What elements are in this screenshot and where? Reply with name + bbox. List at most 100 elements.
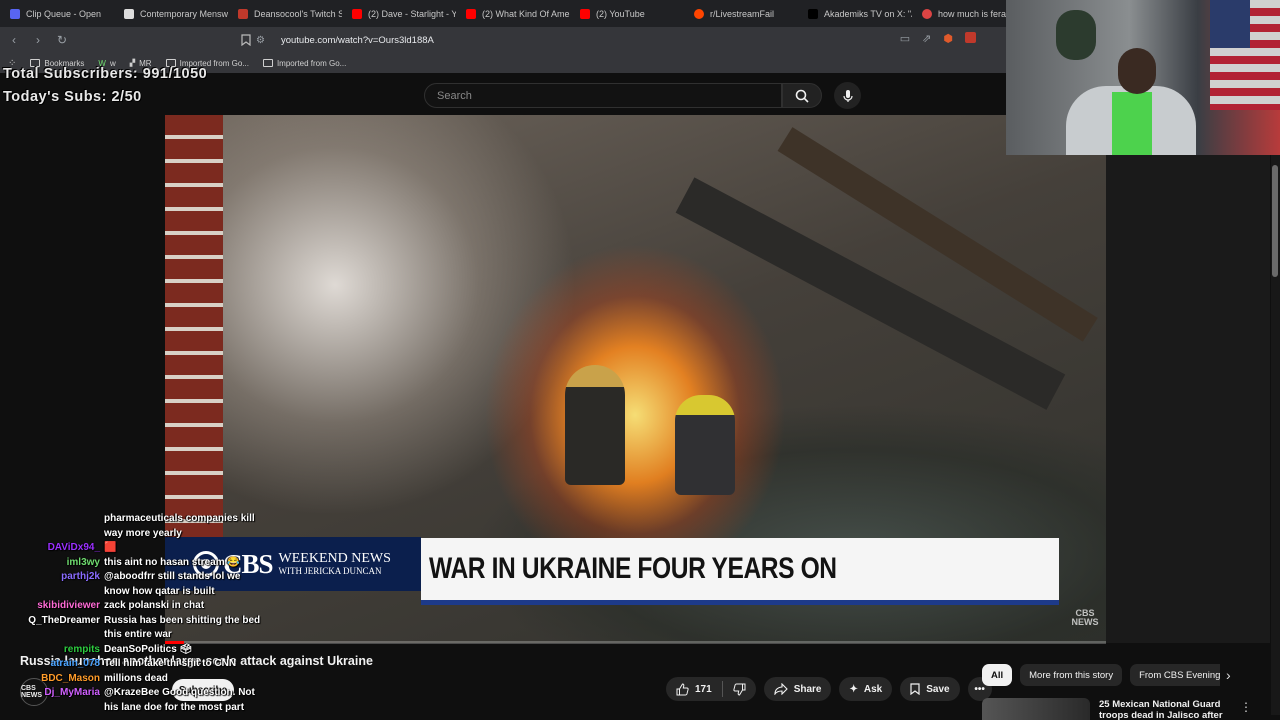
firefighter-figure bbox=[565, 365, 625, 485]
browser-tab[interactable]: r/LivestreamFail bbox=[684, 0, 798, 27]
chat-text: zack polanski in chat bbox=[104, 600, 205, 611]
screen: Clip Queue - Open Contemporary Mensw Deans… bbox=[0, 0, 1280, 720]
browser-tab[interactable]: Akademiks TV on X: "A bbox=[798, 0, 912, 27]
tab-favicon-icon bbox=[466, 8, 476, 19]
browser-tab[interactable]: (2) What Kind Of Amer bbox=[456, 0, 570, 27]
chat-username: skibidiviewer bbox=[37, 600, 100, 611]
chat-text: Russia has been shitting the bed bbox=[104, 614, 261, 626]
show-name-line2: WITH JERICKA DUNCAN bbox=[278, 565, 382, 576]
share-label: Share bbox=[793, 683, 822, 695]
show-name: WEEKEND NEWS WITH JERICKA DUNCAN bbox=[278, 550, 391, 577]
chat-username: DAViDx94_ bbox=[47, 542, 100, 553]
search-input[interactable]: Search bbox=[424, 83, 782, 108]
chat-text: Tell him take thi shit to CNN bbox=[104, 658, 237, 669]
back-icon[interactable]: ‹ bbox=[4, 30, 24, 50]
voice-search-button[interactable] bbox=[834, 82, 861, 109]
browser-tab[interactable]: how much is ferarri bbox=[912, 0, 1006, 27]
chat-message: skibidiviewer zack polanski in chat bbox=[0, 599, 280, 614]
browser-toolbar-icons: ▭ ⇗ ⬢ bbox=[900, 32, 976, 45]
chat-text: @KrazeBee Good question. Not bbox=[104, 687, 255, 698]
video-player[interactable]: CBS WEEKEND NEWS WITH JERICKA DUNCAN WAR… bbox=[165, 115, 1106, 643]
share-page-icon[interactable]: ⇗ bbox=[922, 32, 931, 45]
bookmark-item[interactable]: Imported from Go... bbox=[262, 59, 346, 68]
secondary-column bbox=[1106, 155, 1270, 643]
brave-shield-icon[interactable]: ⬢ bbox=[943, 32, 953, 45]
reload-icon[interactable]: ↻ bbox=[52, 30, 72, 50]
ask-label: Ask bbox=[863, 683, 883, 695]
chat-message: atrain_078 Tell him take thi shit to CNN bbox=[0, 657, 280, 672]
tab-favicon-icon bbox=[580, 8, 590, 19]
brick-wall bbox=[165, 115, 223, 545]
chat-username: Dj_MyMaria bbox=[44, 687, 100, 698]
tab-favicon-icon bbox=[808, 8, 818, 19]
chat-text: know how qatar is built bbox=[104, 585, 215, 597]
more-vertical-icon[interactable]: ⋮ bbox=[1240, 700, 1252, 714]
chat-text: this entire war bbox=[104, 629, 172, 640]
tab-label: Deansocool's Twitch St bbox=[254, 8, 342, 19]
show-name-line1: WEEKEND NEWS bbox=[278, 550, 391, 566]
filter-chip[interactable]: All bbox=[982, 664, 1013, 686]
lower-third-headline-box: WAR IN UKRAINE FOUR YEARS ON bbox=[421, 538, 1059, 600]
chevron-right-icon[interactable]: › bbox=[1226, 667, 1242, 683]
tab-label: Contemporary Mensw bbox=[140, 8, 228, 19]
chat-message: know how qatar is built bbox=[0, 585, 280, 600]
chat-text: this aint no hasan stream 😂 bbox=[104, 556, 240, 568]
browser-tab[interactable]: Contemporary Mensw bbox=[114, 0, 228, 27]
save-button[interactable]: Save bbox=[900, 677, 960, 701]
url-text: youtube.com/watch?v=Ours3ld188A bbox=[280, 34, 434, 46]
thumbs-up-icon bbox=[676, 682, 689, 695]
sparkle-icon: ✦ bbox=[849, 683, 858, 695]
chat-username bbox=[0, 512, 104, 527]
chat-username: Q_TheDreamer bbox=[28, 614, 100, 626]
chat-message: this entire war bbox=[0, 628, 280, 643]
forward-icon[interactable]: › bbox=[28, 30, 48, 50]
streamer-shirt bbox=[1112, 92, 1152, 155]
firefighter-figure bbox=[675, 395, 735, 495]
chat-message: Dj_MyMaria @KrazeBee Good question. Not bbox=[0, 686, 280, 701]
recommended-video[interactable]: 25 Mexican National Guard troops dead in… bbox=[982, 698, 1270, 720]
chat-username bbox=[0, 585, 104, 600]
browser-tab[interactable]: (2) YouTube bbox=[570, 0, 684, 27]
lower-third-headline: WAR IN UKRAINE FOUR YEARS ON bbox=[429, 552, 837, 585]
chat-text: way more yearly bbox=[104, 527, 182, 539]
recommended-title[interactable]: 25 Mexican National Guard troops dead in… bbox=[1099, 699, 1237, 720]
omnibox[interactable]: ⚙ youtube.com/watch?v=Ours3ld188A bbox=[256, 30, 976, 50]
browser-tab[interactable]: (2) Dave - Starlight - Yo bbox=[342, 0, 456, 27]
chat-text: DeanSoPolitics 🗳 bbox=[104, 643, 193, 655]
tab-favicon-icon bbox=[694, 8, 704, 19]
chat-username: atrain_078 bbox=[50, 658, 100, 669]
tab-label: (2) What Kind Of Amer bbox=[482, 8, 570, 19]
streamer-head bbox=[1118, 48, 1156, 94]
stream-chat-overlay: pharmaceuticals companies kill way more y… bbox=[0, 512, 280, 720]
dislike-button[interactable] bbox=[723, 677, 756, 701]
plush-toy bbox=[1056, 10, 1096, 60]
like-button[interactable]: 171 bbox=[666, 677, 722, 701]
browser-tab[interactable]: Deansocool's Twitch St bbox=[228, 0, 342, 27]
chat-message: rempits DeanSoPolitics 🗳 bbox=[0, 643, 280, 658]
like-count: 171 bbox=[695, 683, 712, 695]
site-settings-icon[interactable]: ⚙ bbox=[256, 35, 265, 46]
tab-label: (2) YouTube bbox=[596, 8, 645, 19]
filter-chip[interactable]: From CBS Evening N bbox=[1130, 664, 1220, 686]
video-progress-bar[interactable] bbox=[165, 641, 1106, 644]
share-button[interactable]: Share bbox=[763, 677, 832, 701]
tab-label: how much is ferarri bbox=[938, 8, 1006, 19]
extension-icon[interactable] bbox=[965, 32, 976, 43]
folder-icon bbox=[262, 59, 273, 67]
bookmark-star-icon[interactable] bbox=[236, 30, 256, 50]
browser-tab[interactable]: Clip Queue - Open bbox=[0, 0, 114, 27]
browser-tab-strip: Clip Queue - Open Contemporary Mensw Deans… bbox=[0, 0, 1006, 27]
chat-text: @aboodfrr still stands lol we bbox=[104, 571, 241, 582]
chat-message: his lane doe for the most part bbox=[0, 701, 280, 716]
ask-button[interactable]: ✦ Ask bbox=[839, 677, 893, 701]
chat-username: BDC_Mason bbox=[41, 672, 100, 684]
search-button[interactable] bbox=[782, 83, 822, 108]
bookmark-icon bbox=[910, 683, 920, 695]
cast-icon[interactable]: ▭ bbox=[900, 32, 910, 45]
tab-favicon-icon bbox=[124, 8, 134, 19]
recommended-thumbnail[interactable] bbox=[982, 698, 1090, 720]
tab-label: Clip Queue - Open bbox=[26, 8, 102, 19]
scrollbar-thumb[interactable] bbox=[1272, 165, 1278, 277]
thumbs-down-icon bbox=[733, 683, 746, 696]
filter-chip[interactable]: More from this story bbox=[1020, 664, 1123, 686]
